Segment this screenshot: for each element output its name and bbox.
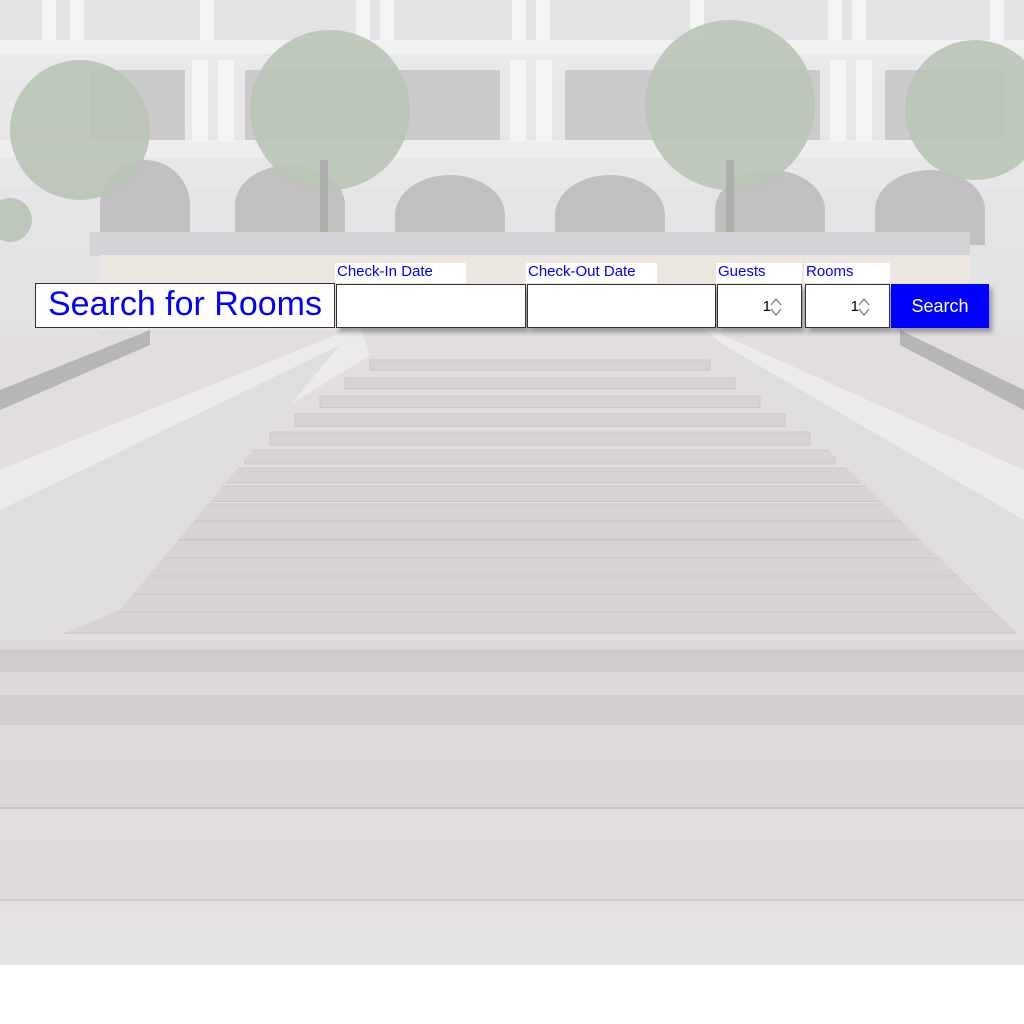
checkout-label: Check-Out Date bbox=[526, 263, 657, 283]
hero-background-image bbox=[0, 0, 1024, 965]
guests-stepper[interactable]: 1 bbox=[717, 284, 802, 328]
search-button[interactable]: Search bbox=[891, 284, 989, 328]
up-down-arrows-icon[interactable] bbox=[769, 296, 783, 318]
rooms-label: Rooms bbox=[804, 263, 890, 283]
checkin-date-field[interactable] bbox=[336, 284, 526, 328]
page-title: Search for Rooms bbox=[35, 283, 335, 328]
up-down-arrows-icon[interactable] bbox=[857, 296, 871, 318]
rooms-stepper[interactable]: 1 bbox=[805, 284, 890, 328]
staircase-building-photo bbox=[0, 0, 1024, 965]
checkout-date-field[interactable] bbox=[527, 284, 716, 328]
guests-label: Guests bbox=[716, 263, 802, 283]
checkin-label: Check-In Date bbox=[335, 263, 466, 283]
